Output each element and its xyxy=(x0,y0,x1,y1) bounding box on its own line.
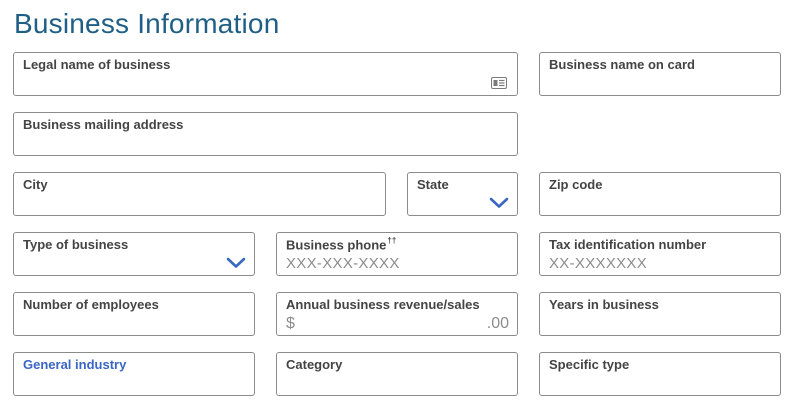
revenue-label: Annual business revenue/sales xyxy=(286,297,480,312)
id-card-icon[interactable] xyxy=(491,77,507,89)
name-on-card-label: Business name on card xyxy=(549,57,695,72)
page-title: Business Information xyxy=(14,8,280,39)
business-phone-field[interactable]: Business phone†† XXX-XXX-XXXX xyxy=(276,232,518,276)
employees-label: Number of employees xyxy=(23,297,159,312)
tax-id-placeholder: XX-XXXXXXX xyxy=(549,255,648,272)
tax-id-field[interactable]: Tax identification number XX-XXXXXXX xyxy=(539,232,781,276)
years-field[interactable]: Years in business xyxy=(539,292,781,336)
name-on-card-field[interactable]: Business name on card xyxy=(539,52,781,96)
business-phone-label: Business phone†† xyxy=(286,236,397,253)
category-label: Category xyxy=(286,357,343,372)
specific-type-label: Specific type xyxy=(549,357,630,372)
legal-name-label: Legal name of business xyxy=(23,57,171,72)
specific-type-field[interactable]: Specific type xyxy=(539,352,781,396)
mailing-address-field[interactable]: Business mailing address xyxy=(13,112,518,156)
city-label: City xyxy=(23,177,48,192)
business-phone-placeholder: XXX-XXX-XXXX xyxy=(286,255,400,272)
mailing-address-label: Business mailing address xyxy=(23,117,184,132)
business-type-label: Type of business xyxy=(23,237,129,252)
footnote-marker: †† xyxy=(387,236,397,245)
years-label: Years in business xyxy=(549,297,659,312)
zip-field[interactable]: Zip code xyxy=(539,172,781,216)
business-type-select[interactable]: Type of business xyxy=(13,232,255,276)
industry-field[interactable]: General industry xyxy=(13,352,255,396)
category-field[interactable]: Category xyxy=(276,352,518,396)
zip-label: Zip code xyxy=(549,177,603,192)
cents-suffix: .00 xyxy=(486,315,509,332)
revenue-field[interactable]: Annual business revenue/sales $ .00 xyxy=(276,292,518,336)
legal-name-field[interactable]: Legal name of business xyxy=(13,52,518,96)
state-label: State xyxy=(417,177,449,192)
industry-label: General industry xyxy=(23,357,127,372)
currency-prefix: $ xyxy=(286,315,296,332)
employees-field[interactable]: Number of employees xyxy=(13,292,255,336)
state-select[interactable]: State xyxy=(407,172,518,216)
tax-id-label: Tax identification number xyxy=(549,237,707,252)
chevron-down-icon[interactable] xyxy=(226,257,246,269)
chevron-down-icon[interactable] xyxy=(489,197,509,209)
city-field[interactable]: City xyxy=(13,172,386,216)
business-phone-label-text: Business phone xyxy=(286,237,387,253)
